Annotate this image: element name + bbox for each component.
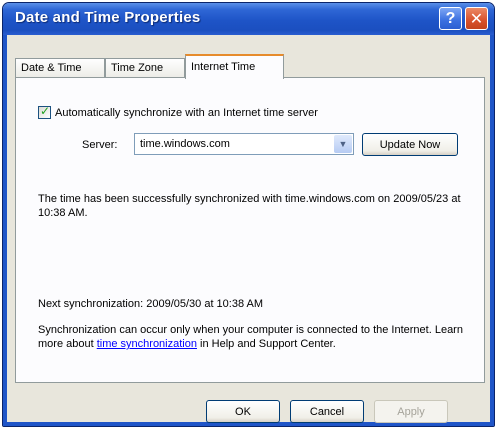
tab-label: Internet Time [191,61,256,73]
tab-time-zone[interactable]: Time Zone [105,58,185,78]
title-bar[interactable]: Date and Time Properties ? ✕ [3,3,494,35]
next-sync-text: Next synchronization: 2009/05/30 at 10:3… [38,298,264,310]
auto-sync-checkbox[interactable]: ✓ [38,104,51,119]
time-sync-link[interactable]: time synchronization [97,338,197,350]
help-button[interactable]: ? [439,7,462,30]
ok-button[interactable]: OK [206,400,280,423]
internet-time-panel: ✓ Automatically synchronize with an Inte… [15,77,485,383]
window-title: Date and Time Properties [15,9,201,26]
server-value: time.windows.com [140,138,230,150]
chevron-down-icon: ▼ [338,139,348,149]
dropdown-arrow-button[interactable]: ▼ [334,135,352,153]
tab-date-and-time[interactable]: Date & Time [15,58,105,78]
auto-sync-label: Automatically synchronize with an Intern… [55,106,318,119]
sync-status-message: The time has been successfully synchroni… [38,193,461,219]
sync-info-text: Synchronization can occur only when your… [38,323,473,351]
update-now-button[interactable]: Update Now [362,133,458,156]
tab-strip: Date & Time Time Zone Internet Time [15,54,485,79]
tab-internet-time[interactable]: Internet Time [185,54,284,79]
server-label: Server: [82,139,118,151]
tab-label: Date & Time [21,62,82,74]
help-icon: ? [445,9,456,27]
info-text-after: in Help and Support Center. [196,338,336,350]
close-button[interactable]: ✕ [465,7,488,30]
window-frame-left [3,35,7,426]
date-time-properties-window: Date and Time Properties ? ✕ Date & Time… [2,2,495,427]
close-icon: ✕ [469,10,484,28]
apply-button[interactable]: Apply [374,400,448,423]
cancel-button[interactable]: Cancel [290,400,364,423]
tab-label: Time Zone [111,62,164,74]
server-select[interactable]: time.windows.com ▼ [134,133,354,155]
window-frame-right [490,35,494,426]
auto-sync-row[interactable]: ✓ Automatically synchronize with an Inte… [38,104,318,119]
check-icon: ✓ [40,104,51,118]
